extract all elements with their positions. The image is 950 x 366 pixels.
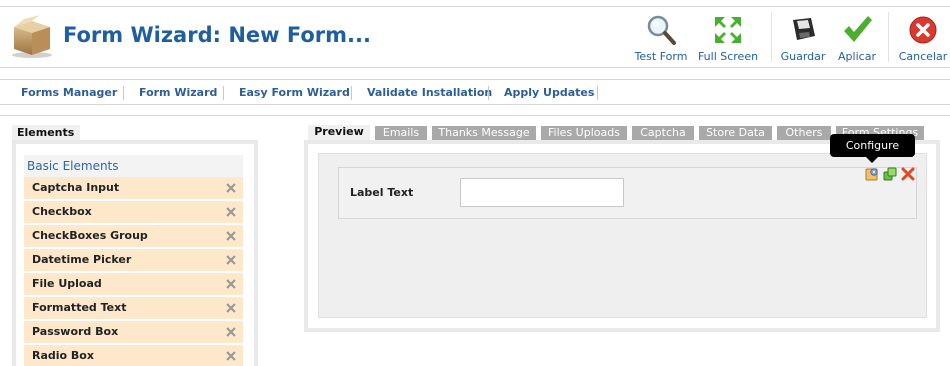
drag-handle-icon[interactable] <box>225 350 237 362</box>
drag-handle-icon[interactable] <box>225 182 237 194</box>
configure-tooltip: Configure <box>830 134 915 157</box>
element-item-label: File Upload <box>32 277 102 290</box>
toolbar-divider <box>888 12 889 62</box>
cancelar-label: Cancelar <box>898 50 948 63</box>
element-item-label: Datetime Picker <box>32 253 132 266</box>
guardar-button[interactable]: Guardar <box>780 10 826 66</box>
field-actions <box>864 166 916 184</box>
nav-divider <box>597 86 598 100</box>
nav-validate-installation[interactable]: Validate Installation <box>367 86 492 99</box>
field-label: Label Text <box>350 186 414 199</box>
element-item-label: Formatted Text <box>32 301 127 314</box>
checkmark-icon <box>844 16 872 42</box>
drag-handle-icon[interactable] <box>225 278 237 290</box>
element-item-label: Radio Box <box>32 349 94 362</box>
full-screen-label: Full Screen <box>697 50 759 63</box>
test-form-label: Test Form <box>634 50 688 63</box>
nav-divider <box>223 86 224 100</box>
nav-divider <box>123 86 124 100</box>
tab-others[interactable]: Others <box>777 126 831 140</box>
element-item-checkboxes-group[interactable]: CheckBoxes Group <box>24 225 243 247</box>
box-logo-icon <box>12 15 52 58</box>
tab-store-data[interactable]: Store Data <box>699 126 772 140</box>
test-form-button[interactable]: Test Form <box>632 10 690 66</box>
page-title: Form Wizard: New Form... <box>63 23 371 47</box>
element-item-datetime-picker[interactable]: Datetime Picker <box>24 249 243 271</box>
nav-divider <box>488 86 489 100</box>
element-item-formatted-text[interactable]: Formatted Text <box>24 297 243 319</box>
element-item-checkbox[interactable]: Checkbox <box>24 201 243 223</box>
element-item-label: CheckBoxes Group <box>32 229 148 242</box>
basic-elements-header[interactable]: Basic Elements <box>24 155 243 177</box>
element-item-radio-box[interactable]: Radio Box <box>24 345 243 366</box>
nav-apply-updates[interactable]: Apply Updates <box>504 86 594 99</box>
cancelar-button[interactable]: Cancelar <box>898 10 948 66</box>
drag-handle-icon[interactable] <box>225 326 237 338</box>
tab-captcha[interactable]: Captcha <box>632 126 694 140</box>
copy-icon[interactable] <box>882 166 898 182</box>
element-item-label: Password Box <box>32 325 119 338</box>
cancel-x-icon <box>909 16 937 44</box>
drag-handle-icon[interactable] <box>225 206 237 218</box>
aplicar-label: Aplicar <box>838 50 876 63</box>
aplicar-button[interactable]: Aplicar <box>834 10 880 66</box>
element-item-password-box[interactable]: Password Box <box>24 321 243 343</box>
text-field[interactable] <box>460 178 624 207</box>
tab-files-uploads[interactable]: Files Uploads <box>541 126 627 140</box>
nav-easy-form-wizard[interactable]: Easy Form Wizard <box>239 86 350 99</box>
form-field-row[interactable] <box>338 167 917 219</box>
full-screen-button[interactable]: Full Screen <box>697 10 759 66</box>
drag-handle-icon[interactable] <box>225 302 237 314</box>
toolbar-divider <box>771 12 772 62</box>
fullscreen-arrows-icon <box>715 17 741 43</box>
elements-tab[interactable]: Elements <box>12 125 80 141</box>
tab-preview[interactable]: Preview <box>308 125 370 141</box>
drag-handle-icon[interactable] <box>225 230 237 242</box>
tooltip-arrow <box>866 157 878 163</box>
element-item-label: Checkbox <box>32 205 92 218</box>
element-item-captcha-input[interactable]: Captcha Input <box>24 177 243 199</box>
element-item-file-upload[interactable]: File Upload <box>24 273 243 295</box>
nav-divider <box>351 86 352 100</box>
nav-forms-manager[interactable]: Forms Manager <box>21 86 117 99</box>
guardar-label: Guardar <box>780 50 826 63</box>
delete-icon[interactable] <box>900 166 916 182</box>
element-item-label: Captcha Input <box>32 181 120 194</box>
tab-thanks-message[interactable]: Thanks Message <box>432 126 536 140</box>
configure-icon[interactable] <box>864 166 880 182</box>
tab-emails[interactable]: Emails <box>375 126 427 140</box>
magnifier-icon <box>647 15 676 45</box>
nav-form-wizard[interactable]: Form Wizard <box>139 86 217 99</box>
drag-handle-icon[interactable] <box>225 254 237 266</box>
save-disk-icon <box>793 18 815 40</box>
